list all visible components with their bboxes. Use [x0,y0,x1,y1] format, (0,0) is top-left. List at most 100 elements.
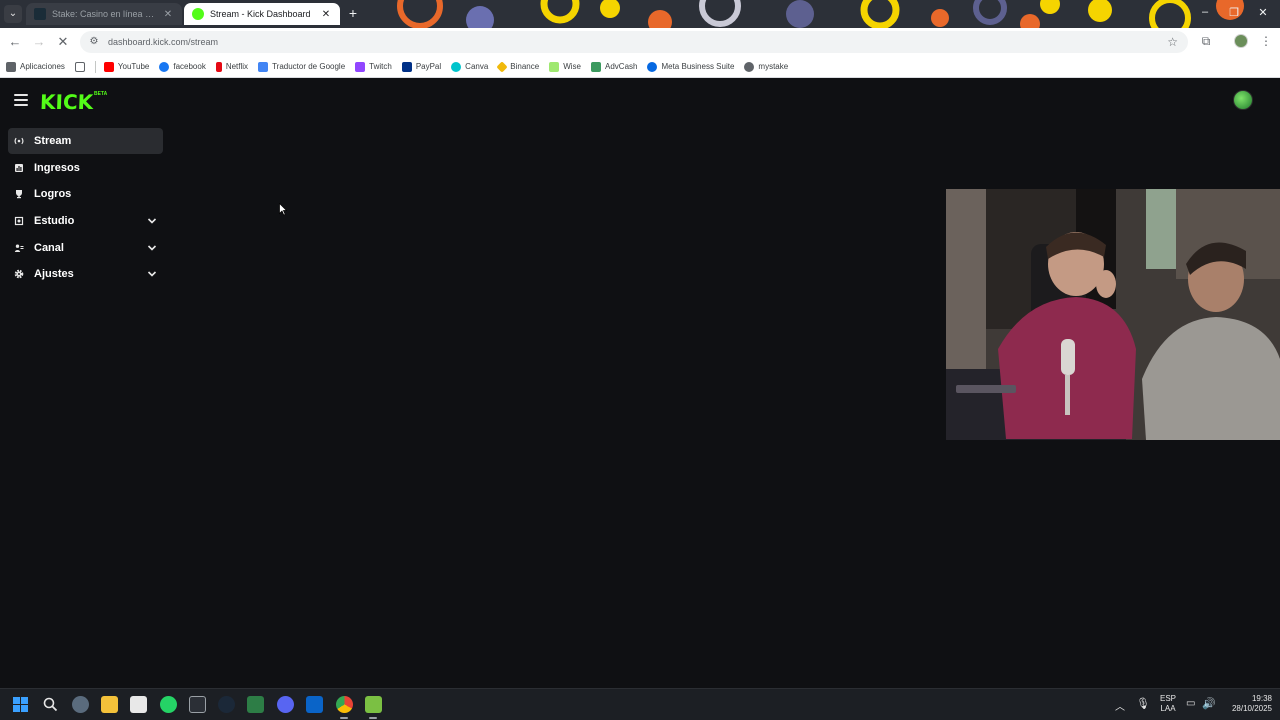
bookmark-paypal[interactable]: PayPal [401,61,442,72]
sidebar-item-logros[interactable]: Logros [8,181,163,207]
user-avatar[interactable] [1233,90,1253,110]
bookmark-grid[interactable] [74,61,89,72]
chevron-down-icon[interactable] [147,243,157,253]
sidebar-item-label: Canal [34,241,64,254]
bookmark-mystake[interactable]: mystake [744,61,789,72]
stop-loading-button[interactable]: ✕ [54,33,72,51]
bookmark-label: Binance [510,62,540,71]
advcash-icon [591,61,601,72]
mouse-cursor [279,203,287,216]
site-info-icon[interactable]: ⚙ [88,36,100,48]
wise-icon [549,61,560,72]
channel-icon [14,243,24,253]
network-icon[interactable]: ▭ [1186,698,1195,709]
chrome-icon[interactable] [336,696,353,713]
extensions-icon[interactable]: ⧉ [1198,34,1214,49]
sidebar-item-estudio[interactable]: Estudio [8,208,163,234]
kick-logo[interactable]: KICK [40,90,94,114]
chevron-down-icon[interactable] [147,216,157,226]
sidebar-item-label: Ajustes [34,268,74,281]
chevron-up-icon[interactable]: ︿ [1115,698,1125,713]
webcam-overlay [946,189,1280,440]
sidebar-item-canal[interactable]: Canal [8,235,163,261]
studio-icon [14,216,24,226]
bookmark-star-icon[interactable]: ☆ [1167,35,1178,49]
menu-toggle-icon[interactable] [14,94,28,106]
tab-stake[interactable]: Stake: Casino en línea y Apuest ✕ [26,3,182,25]
epic-games-icon[interactable] [189,696,206,713]
discord-icon[interactable] [277,696,294,713]
keyboard-layout: LAA [1160,704,1176,713]
obs-studio-icon[interactable] [365,696,382,713]
back-button[interactable]: ← [6,33,24,51]
translate-icon [258,61,269,72]
active-app-indicator [369,717,377,719]
bookmark-netflix[interactable]: Netflix [215,61,249,72]
trophy-icon [14,189,24,199]
sidebar-item-label: Stream [34,135,72,147]
clock[interactable]: 19:38 28/10/2025 [1222,694,1272,714]
youtube-icon [103,61,114,72]
active-app-indicator [340,717,348,719]
file-explorer-icon[interactable] [101,696,118,713]
paypal-icon [401,61,412,72]
outlook-icon[interactable] [306,696,323,713]
sidebar-item-label: Estudio [34,215,75,228]
tab-title: Stream - Kick Dashboard [210,9,311,19]
terminal-icon[interactable] [247,696,264,713]
stake-icon [34,8,46,20]
bookmark-wise[interactable]: Wise [549,61,581,72]
windows-start-icon[interactable] [12,696,29,713]
tab-kick-dashboard[interactable]: Stream - Kick Dashboard ✕ [184,3,340,25]
bookmark-advcash[interactable]: AdvCash [591,61,637,72]
bookmark-label: Netflix [225,62,249,71]
microphone-icon[interactable]: 🎙 [1136,697,1150,710]
bookmark-label: Traductor de Google [272,62,346,71]
tab-strip: ⌄ Stake: Casino en línea y Apuest ✕ Stre… [0,0,1280,28]
language-indicator[interactable]: ESP LAA [1158,694,1178,714]
sidebar-item-ingresos[interactable]: Ingresos [8,155,163,181]
kick-icon [192,8,204,20]
facebook-icon [159,61,170,72]
bookmark-label: PayPal [415,62,442,71]
binance-icon [496,60,508,73]
bookmark-label: mystake [758,62,789,71]
bookmark-youtube[interactable]: YouTube [103,61,150,72]
bookmarks-bar: Aplicaciones YouTube facebook Netflix Tr… [0,56,1280,78]
bookmark-meta[interactable]: Meta Business Suite [647,61,734,72]
bookmark-translate[interactable]: Traductor de Google [258,61,346,72]
whatsapp-icon[interactable] [160,696,177,713]
new-tab-button[interactable]: + [345,5,361,21]
store-icon[interactable] [130,696,147,713]
close-icon[interactable]: ✕ [162,9,174,20]
bookmark-twitch[interactable]: Twitch [355,61,392,72]
bookmark-label: Canva [465,62,489,71]
sidebar-item-ajustes[interactable]: Ajustes [8,261,163,287]
bookmark-separator [94,60,96,73]
forward-button[interactable]: → [30,33,48,51]
mystake-icon [744,61,755,72]
bookmark-facebook[interactable]: facebook [159,61,206,72]
bookmark-canva[interactable]: Canva [451,61,489,72]
chevron-down-icon[interactable] [147,269,157,279]
kick-dashboard: KICK BETA Stream Ingresos Logros Estudio [0,80,1280,688]
grid-icon [74,61,85,72]
sidebar-item-stream[interactable]: Stream [8,128,163,154]
steam-icon[interactable] [218,696,235,713]
url-input[interactable]: ⚙ dashboard.kick.com/stream ☆ [80,31,1188,53]
browser-menu-icon[interactable]: ⋮ [1258,34,1274,48]
bookmark-apps[interactable]: Aplicaciones [6,61,65,72]
minimize-button[interactable]: – [1198,6,1212,18]
close-icon[interactable]: ✕ [320,9,332,20]
bookmark-binance[interactable]: Binance [496,60,540,73]
window-close-button[interactable]: ✕ [1256,6,1270,19]
url-text: dashboard.kick.com/stream [108,37,219,47]
profile-avatar[interactable] [1234,34,1248,48]
volume-icon[interactable]: 🔊 [1202,697,1216,710]
taskbar: ︿ 🎙 ESP LAA ▭ 🔊 19:38 28/10/2025 [0,688,1280,720]
tab-search-button[interactable]: ⌄ [4,5,22,23]
search-icon[interactable] [42,696,59,713]
restore-button[interactable]: ❐ [1227,6,1241,19]
settings-icon[interactable] [72,696,89,713]
bookmark-label: YouTube [117,62,150,71]
